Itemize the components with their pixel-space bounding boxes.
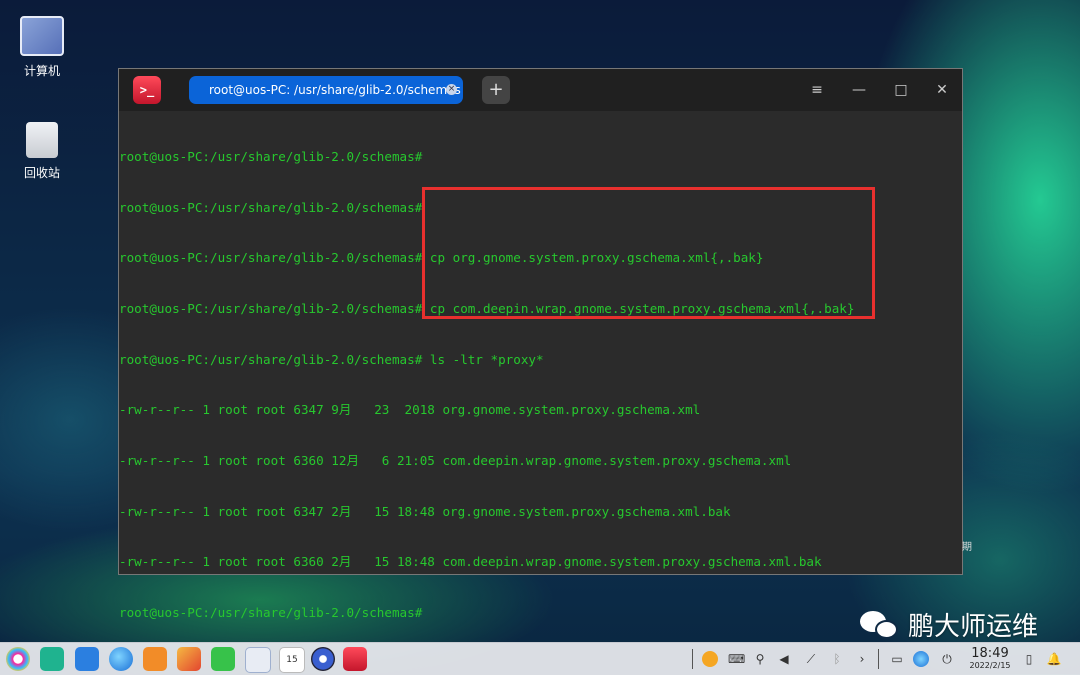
assistant-icon[interactable] xyxy=(913,651,929,667)
taskbar: 15 ⌨ ⚲ ◀ ⟋ ᛒ › ▭ ⏻ 18:49 2022/2/15 ▯ 🔔 xyxy=(0,642,1080,675)
terminal-line: -rw-r--r-- 1 root root 6360 2月 15 18:48 … xyxy=(119,554,822,570)
terminal-line: -rw-r--r-- 1 root root 6347 9月 23 2018 o… xyxy=(119,402,701,418)
clock-time: 18:49 xyxy=(971,646,1009,661)
terminal-line: -rw-r--r-- 1 root root 6360 12月 6 21:05 … xyxy=(119,453,792,469)
volume-icon[interactable]: ◀ xyxy=(776,651,792,667)
terminal-line: root@uos-PC:/usr/share/glib-2.0/schemas# xyxy=(119,605,423,621)
terminal-titlebar[interactable]: >_ root@uos-PC: /usr/share/glib-2.0/sche… xyxy=(119,69,962,111)
onscreen-keyboard-icon[interactable]: ▭ xyxy=(889,651,905,667)
network-icon[interactable]: ⟋ xyxy=(803,651,819,667)
chevron-right-icon[interactable]: › xyxy=(854,651,870,667)
computer-icon xyxy=(20,16,64,56)
tab-title: root@uos-PC: /usr/share/glib-2.0/schemas xyxy=(209,83,461,97)
keyboard-icon[interactable]: ⌨ xyxy=(728,651,745,667)
terminal-line: -rw-r--r-- 1 root root 6347 2月 15 18:48 … xyxy=(119,503,731,519)
tab-close-icon[interactable]: × xyxy=(446,84,457,95)
document-icon[interactable] xyxy=(245,647,271,673)
trash-tray-icon[interactable]: ▯ xyxy=(1021,651,1037,667)
clock-date: 2022/2/15 xyxy=(969,661,1011,670)
bluetooth-icon[interactable]: ᛒ xyxy=(829,651,845,667)
desktop-side-text: 期 xyxy=(962,542,972,553)
multitask-icon[interactable] xyxy=(40,647,64,671)
power-manager-icon[interactable] xyxy=(702,651,718,667)
maximize-button[interactable]: □ xyxy=(890,79,912,101)
app-store-icon[interactable] xyxy=(75,647,99,671)
terminal-dock-icon[interactable] xyxy=(343,647,367,671)
watermark: 鹏大师运维 xyxy=(860,606,1038,643)
desktop-icon-trash[interactable]: 回收站 xyxy=(12,122,72,181)
desktop-icon-computer[interactable]: 计算机 xyxy=(12,16,72,79)
clock[interactable]: 18:49 2022/2/15 xyxy=(966,646,1014,671)
highlight-box xyxy=(422,187,875,319)
browser-icon[interactable] xyxy=(109,647,133,671)
terminal-line: root@uos-PC:/usr/share/glib-2.0/schemas# xyxy=(119,148,423,164)
music-icon[interactable] xyxy=(211,647,235,671)
notification-bell-icon[interactable]: 🔔 xyxy=(1046,651,1062,667)
terminal-app-icon: >_ xyxy=(133,76,161,104)
minimize-button[interactable]: — xyxy=(848,79,870,101)
tray-separator xyxy=(878,649,879,669)
archive-icon[interactable] xyxy=(143,647,167,671)
tray-separator xyxy=(692,649,693,669)
desktop-icon-label: 回收站 xyxy=(23,166,60,180)
tab-terminal-session[interactable]: root@uos-PC: /usr/share/glib-2.0/schemas… xyxy=(189,76,463,104)
terminal-line: root@uos-PC:/usr/share/glib-2.0/schemas#… xyxy=(119,351,544,367)
settings-icon[interactable] xyxy=(311,647,335,671)
watermark-text: 鹏大师运维 xyxy=(908,612,1039,642)
usb-icon[interactable]: ⚲ xyxy=(752,651,768,667)
close-button[interactable]: ✕ xyxy=(931,79,953,101)
launcher-icon[interactable] xyxy=(6,647,30,671)
desktop-icon-label: 计算机 xyxy=(23,64,60,78)
shutdown-icon[interactable]: ⏻ xyxy=(939,651,955,667)
calendar-icon[interactable]: 15 xyxy=(279,647,305,673)
terminal-output[interactable]: root@uos-PC:/usr/share/glib-2.0/schemas#… xyxy=(119,115,962,673)
wechat-icon xyxy=(860,609,900,641)
trash-icon xyxy=(26,122,58,158)
menu-button[interactable]: ≡ xyxy=(806,79,828,101)
new-tab-button[interactable]: + xyxy=(482,76,510,104)
terminal-window[interactable]: >_ root@uos-PC: /usr/share/glib-2.0/sche… xyxy=(118,68,963,620)
image-viewer-icon[interactable] xyxy=(177,647,201,671)
